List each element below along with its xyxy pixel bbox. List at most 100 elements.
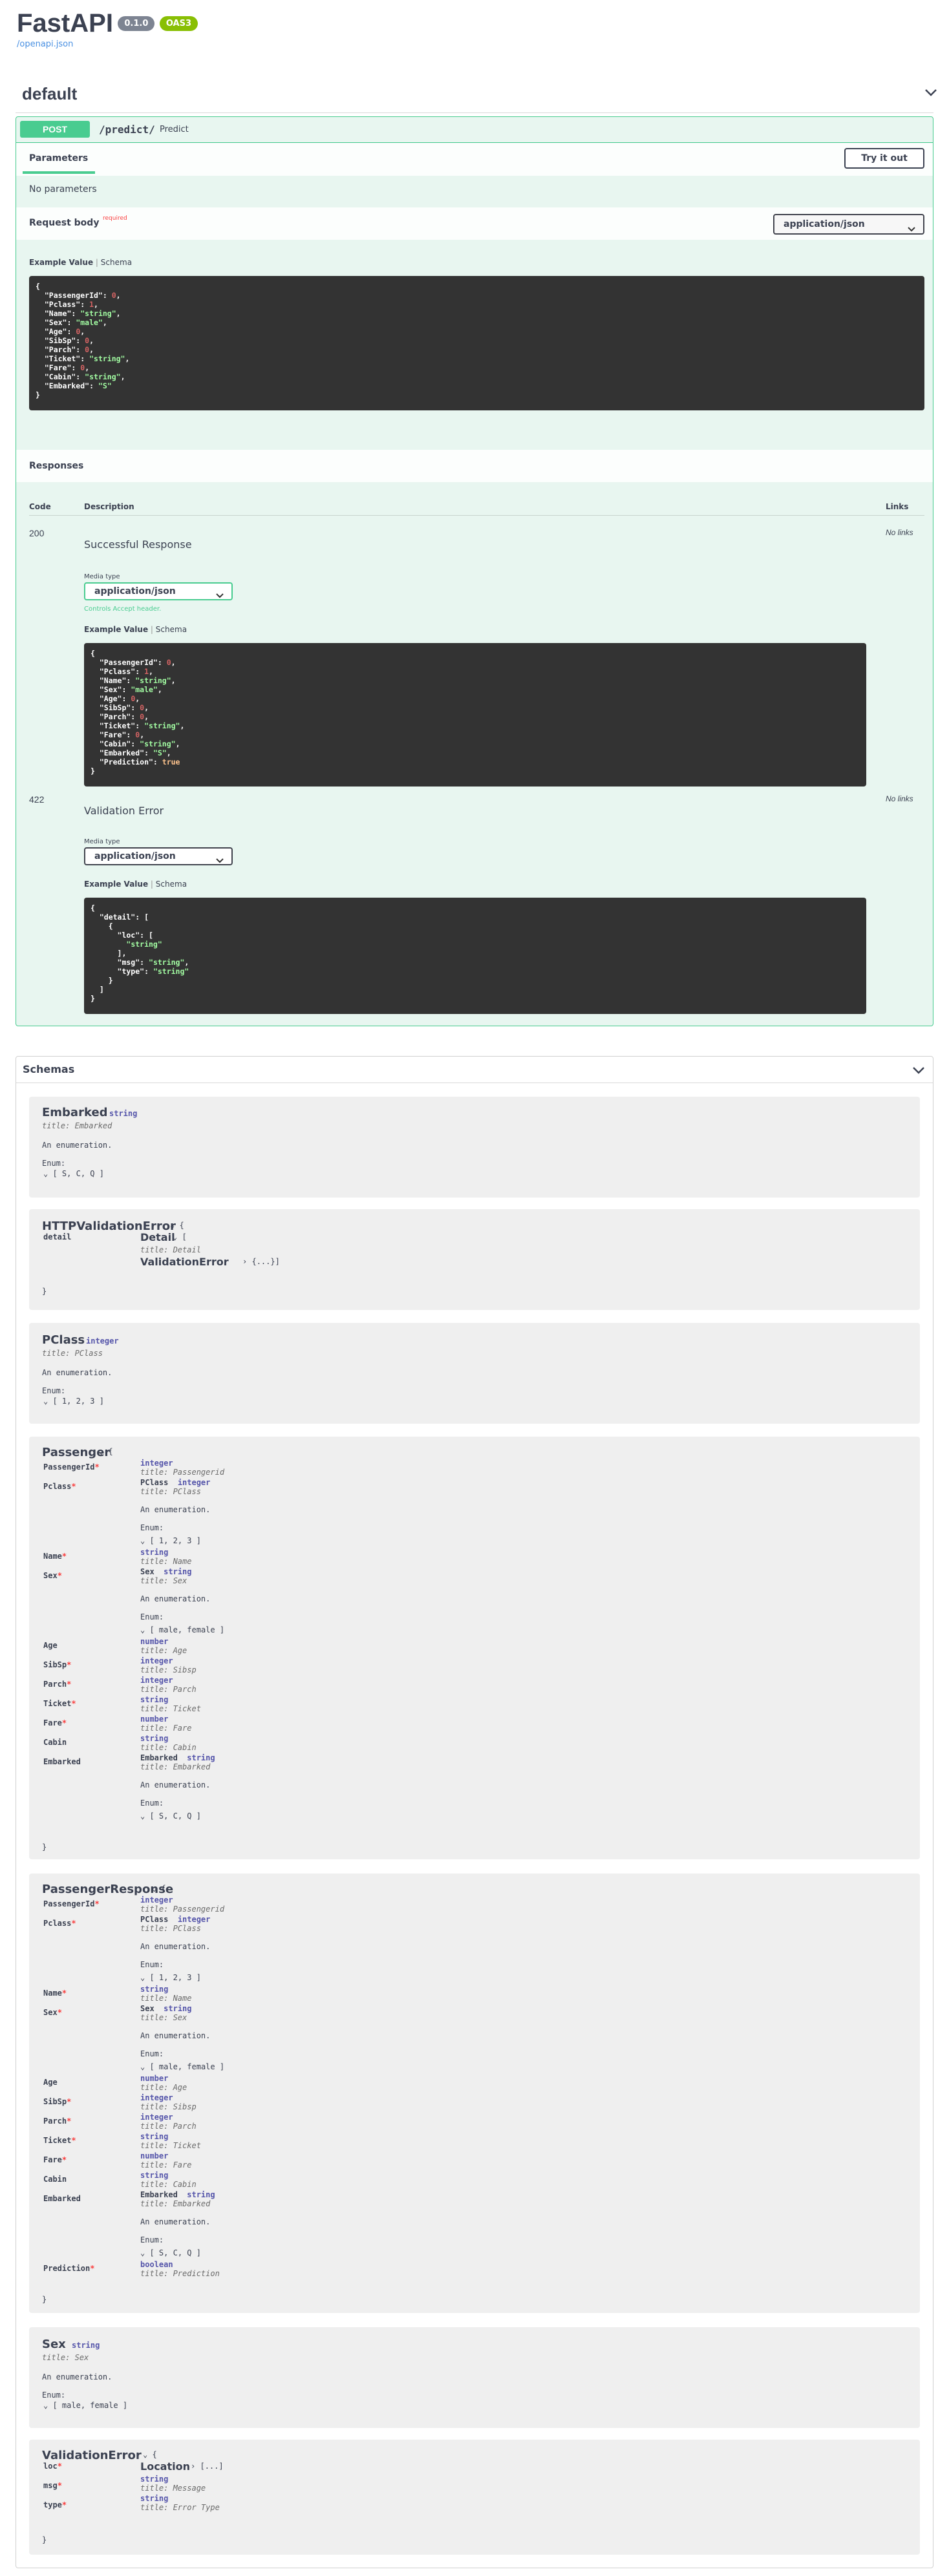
enum-list: [ male, female ]: [52, 2401, 128, 2410]
prop-type: number: [140, 2151, 169, 2160]
prop-desc: An enumeration.: [140, 1594, 211, 1603]
prop-title: title: Age: [140, 1646, 187, 1655]
code-line: "string": [126, 940, 162, 949]
required-mark: *: [67, 1680, 72, 1689]
required-mark: *: [61, 2500, 67, 2509]
enum-values[interactable]: ⌄ [ male, female ]: [140, 1625, 224, 1634]
request-content-type-select[interactable]: application/json: [773, 214, 924, 235]
code-line: "Prediction": true: [91, 757, 180, 766]
code-line: "Ticket": "string",: [36, 354, 130, 363]
schema-validationerror[interactable]: ValidationError ⌄ { loc* Location › [...…: [29, 2440, 920, 2555]
prop-title: title: Age: [140, 2083, 187, 2092]
detail-model-name[interactable]: Detail: [140, 1231, 175, 1243]
required-mark: *: [90, 2264, 95, 2273]
tab-schema[interactable]: Schema: [156, 880, 187, 889]
api-title: FastAPI: [17, 9, 113, 37]
schema-passenger[interactable]: Passenger ⌄ { } PassengerId* integer title…: [29, 1437, 920, 1859]
required-mark: *: [67, 2097, 72, 2106]
code-line: "Name": "string",: [36, 309, 121, 318]
responses-header-divider: [29, 515, 924, 516]
request-example-tabs: Example Value | Schema: [29, 258, 133, 267]
enum-values[interactable]: ⌄ [ S, C, Q ]: [43, 1169, 104, 1178]
validation-error-ref[interactable]: ValidationError: [140, 1256, 229, 1268]
tab-parameters[interactable]: Parameters: [29, 153, 88, 164]
prop-name: Fare: [43, 2155, 62, 2164]
prop-passengerid: PassengerId*: [43, 1462, 100, 1472]
prop-title: title: Message: [140, 2484, 206, 2493]
prop-name: PassengerId: [43, 1462, 95, 1472]
tab-example-value[interactable]: Example Value: [84, 880, 148, 889]
prop-name: Name*: [43, 1989, 67, 1998]
section-title-default[interactable]: default: [22, 84, 77, 104]
prop-loc: loc*: [43, 2462, 62, 2471]
required-mark: *: [61, 1552, 67, 1561]
code-line: "Embarked": "S": [36, 381, 112, 390]
media-type-value-422: application/json: [94, 851, 176, 861]
prop-title: title: Embarked: [140, 2199, 211, 2208]
prop-cabin: Cabin: [43, 2175, 67, 2184]
prop-title: title: Parch: [140, 1685, 197, 1694]
operation-summary[interactable]: POST /predict/ Predict: [16, 117, 933, 143]
enum-values[interactable]: ⌄ [ male, female ]: [43, 2401, 127, 2410]
prop-title: title: Ticket: [140, 2141, 201, 2150]
schemas-title[interactable]: Schemas: [23, 1063, 74, 1075]
enum-values[interactable]: ⌄ [ 1, 2, 3 ]: [140, 1536, 210, 1545]
prop-sibsp: SibSp*: [43, 2097, 71, 2106]
location-ref[interactable]: Location: [140, 2460, 190, 2473]
enum-values[interactable]: ⌄ [ S, C, Q ]: [140, 1811, 215, 1821]
openapi-link[interactable]: /openapi.json: [17, 39, 198, 49]
enum-list: [ male, female ]: [149, 2062, 225, 2071]
chevron-down-icon: ⌄: [99, 1447, 104, 1456]
prop-embarked: Embarked: [43, 2194, 81, 2203]
collapse-default-chevron-icon[interactable]: [924, 88, 937, 97]
tab-schema[interactable]: Schema: [101, 258, 132, 267]
prop-value-pclass: PClass integer title: PClass An enumeratio…: [140, 1915, 210, 1982]
code-line: "PassengerId": 0,: [91, 658, 176, 667]
code-line: "Cabin": "string",: [91, 739, 180, 748]
schema-desc: An enumeration.: [42, 1141, 112, 1150]
oas-badge: OAS3: [159, 16, 198, 31]
chevron-down-icon: [216, 853, 224, 869]
tab-example-value[interactable]: Example Value: [84, 625, 148, 634]
operation-summary-text: Predict: [160, 125, 189, 134]
code-line: {: [91, 903, 95, 913]
tab-example-value[interactable]: Example Value: [29, 258, 93, 267]
enum-values[interactable]: ⌄ [ S, C, Q ]: [140, 2248, 215, 2257]
schema-httpvalidationerror[interactable]: HTTPValidationError ⌄ { detail Detail ⌄ …: [29, 1209, 920, 1310]
brace-close: }: [42, 1842, 47, 1852]
response-links-422: No links: [886, 794, 913, 803]
prop-name: Embarked: [43, 1757, 81, 1766]
enum-values[interactable]: ⌄ [ 1, 2, 3 ]: [140, 1973, 210, 1982]
schema-type: string: [109, 1109, 138, 1118]
enum-values[interactable]: ⌄ [ 1, 2, 3 ]: [43, 1397, 104, 1406]
schema-embarked[interactable]: Embarked string title: Embarked An enume…: [29, 1097, 920, 1198]
response-example-tabs-200: Example Value | Schema: [84, 625, 187, 634]
required-mark: *: [94, 1899, 100, 1908]
collapse-schemas-chevron-icon[interactable]: [912, 1066, 925, 1078]
schemas-section: Schemas Embarked string title: Embarked …: [16, 1056, 933, 2568]
response-media-type-select-200[interactable]: application/json: [84, 582, 233, 600]
schema-sex[interactable]: Sex string title: Sex An enumeration. En…: [29, 2327, 920, 2428]
response-media-type-select-422[interactable]: application/json: [84, 847, 233, 865]
try-it-out-button[interactable]: Try it out: [844, 148, 924, 169]
responses-bar: [16, 450, 933, 482]
code-line: "SibSp": 0,: [36, 336, 94, 345]
bracket-open: [: [182, 1232, 187, 1241]
code-line: "Pclass": 1,: [36, 300, 98, 309]
chevron-down-icon: ⌄: [140, 2248, 145, 2257]
api-header: FastAPI 0.1.0 OAS3 /openapi.json: [17, 9, 198, 49]
prop-title: title: Sibsp: [140, 2102, 197, 2111]
prop-name: Cabin: [43, 1738, 67, 1747]
tab-schema[interactable]: Schema: [156, 625, 187, 634]
schema-passengerresponse[interactable]: PassengerResponse ⌄ { } PassengerId* inte…: [29, 1874, 920, 2313]
prop-type: integer: [140, 1676, 173, 1685]
brace-open: {: [108, 1447, 113, 1456]
prop-name: SibSp: [43, 1660, 67, 1669]
enum-values[interactable]: ⌄ [ male, female ]: [140, 2062, 224, 2071]
schema-pclass[interactable]: PClass integer title: PClass An enumerat…: [29, 1323, 920, 1424]
chevron-down-icon: [908, 220, 915, 238]
prop-title: title: Sex: [140, 2013, 187, 2022]
prop-type: string: [164, 2004, 192, 2013]
prop-embarked: Embarked: [43, 1757, 81, 1766]
prop-value-prediction: boolean title: Prediction: [140, 2260, 220, 2278]
